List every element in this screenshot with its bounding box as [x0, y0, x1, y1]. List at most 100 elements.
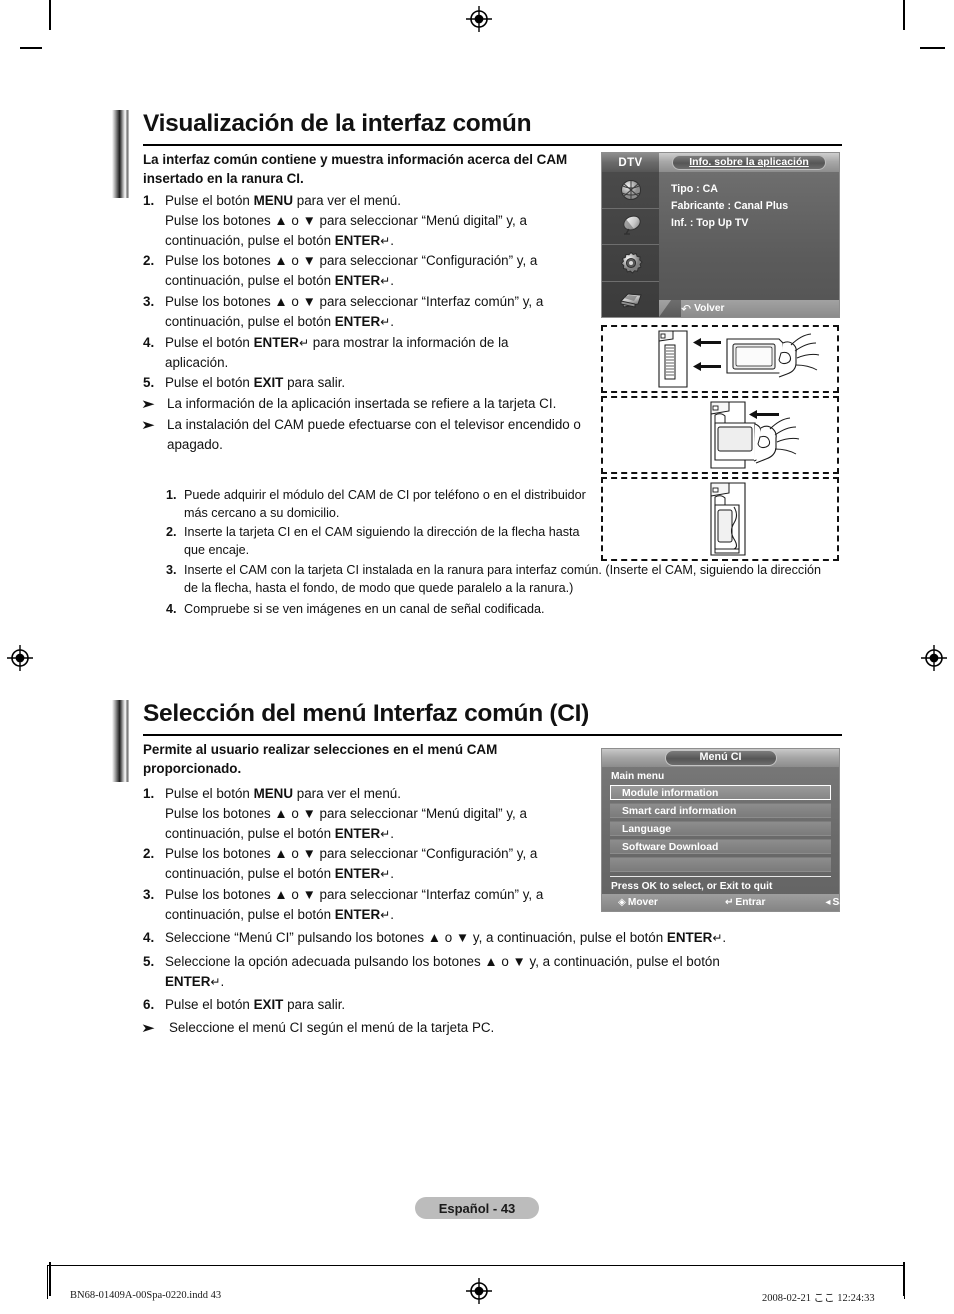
- step-1: 1. Pulse el botón MENU para ver el menú.…: [143, 784, 593, 843]
- enter-icon: ↵: [380, 314, 391, 329]
- exit-icon: ◂: [825, 897, 831, 908]
- step-text-part: Pulse el botón: [165, 334, 254, 350]
- note-bullet: ➤: [141, 394, 165, 414]
- footer-rule-left: [47, 1265, 48, 1299]
- key-enter: ENTER: [666, 930, 713, 945]
- osd-title: Info. sobre la aplicación: [672, 154, 826, 171]
- ci-footer-enter[interactable]: ↵ Entrar: [725, 897, 766, 908]
- section1-substeps: 1. Puede adquirir el módulo del CAM de C…: [166, 487, 586, 561]
- note-1: ➤ Seleccione el menú CI según el menú de…: [141, 1018, 833, 1038]
- note-text: Seleccione el menú CI según el menú de l…: [169, 1020, 495, 1036]
- step-text-part: continuación, pulse el botón: [165, 313, 335, 329]
- ci-footer-exit[interactable]: ◂ Salir: [825, 897, 854, 908]
- note-bullet: ➤: [141, 1018, 165, 1038]
- ci-item-list: Module information Smart card informatio…: [602, 785, 839, 872]
- step-text-part: Pulse los botones ▲ o ▼ para seleccionar…: [165, 294, 544, 310]
- osd-source-label: DTV: [602, 153, 659, 172]
- note-arrow-icon: ➤: [140, 418, 156, 433]
- input-source-icon[interactable]: [602, 282, 659, 318]
- step-number: 1.: [143, 786, 155, 801]
- section1-steps: 1. Pulse el botón MENU para ver el menú.…: [140, 191, 593, 456]
- step-text-part: Pulse los botones ▲ o ▼ para seleccionar…: [165, 887, 544, 903]
- diagram-insert-card-into-cam: [601, 325, 839, 393]
- enter-icon: ↵: [712, 931, 723, 945]
- step-text-part: Pulse el botón: [165, 786, 254, 801]
- section-accent-bar: [112, 110, 129, 198]
- step-text-part: para mostrar la información de la: [309, 334, 509, 350]
- key-menu: MENU: [253, 786, 294, 801]
- key-exit: EXIT: [253, 997, 284, 1013]
- step-number: 3.: [143, 887, 155, 903]
- step-text-part: para ver el menú.: [293, 786, 401, 801]
- key-exit: EXIT: [253, 375, 284, 391]
- ci-item-software-download[interactable]: Software Download: [610, 839, 831, 854]
- substep-1: 1. Puede adquirir el módulo del CAM de C…: [166, 487, 586, 523]
- section1-lead-text: La interfaz común contiene y muestra inf…: [143, 152, 568, 187]
- substep-number: 3.: [166, 563, 177, 577]
- ci-footer-move[interactable]: ◈ Mover: [618, 897, 658, 908]
- step-text: Pulse el botón EXIT para salir.: [165, 995, 833, 1015]
- satellite-dish-icon[interactable]: [602, 209, 659, 245]
- enter-icon: ↵: [380, 826, 391, 841]
- step-text-part: para salir.: [283, 997, 346, 1013]
- osd-back-label[interactable]: Volver: [694, 303, 724, 314]
- osd-footer-notch: [659, 300, 681, 317]
- section2-lead: Permite al usuario realizar selecciones …: [143, 740, 573, 778]
- colophon-timestamp: 2008-02-21 ここ 12:24:33: [762, 1293, 875, 1304]
- substep-text: Compruebe si se ven imágenes en un canal…: [184, 601, 545, 616]
- registration-mark-left: [7, 645, 33, 671]
- ci-subtitle: Main menu: [611, 771, 665, 782]
- ci-item-module-information[interactable]: Module information: [610, 785, 831, 800]
- enter-icon: ↵: [380, 233, 391, 248]
- osd-footer-bar: ↶ Volver: [659, 300, 839, 317]
- registration-mark-right: [921, 645, 947, 671]
- step-text-part: .: [390, 825, 394, 841]
- substep-2: 2. Inserte la tarjeta CI en el CAM sigui…: [166, 524, 586, 560]
- substep-text: Inserte la tarjeta CI en el CAM siguiend…: [184, 524, 580, 557]
- crop-mark-top-left-h: [20, 47, 42, 49]
- step-text-part: continuación, pulse el botón: [165, 866, 335, 882]
- gear-setup-icon[interactable]: [602, 245, 659, 282]
- osd-icon-column: [602, 172, 659, 317]
- ci-item-smart-card-information[interactable]: Smart card information: [610, 803, 831, 818]
- step-number: 2.: [143, 846, 155, 862]
- step-number: 5.: [143, 375, 155, 391]
- return-arrow-icon: ↶: [681, 301, 692, 316]
- step-2: 2. Pulse los botones ▲ o ▼ para seleccio…: [143, 251, 593, 291]
- enter-icon: ↵: [298, 335, 310, 350]
- osd-info-line: Inf. : Top Up TV: [671, 217, 749, 230]
- step-number: 3.: [143, 294, 155, 310]
- step-text: Seleccione “Menú CI” pulsando los botone…: [165, 928, 833, 948]
- section1-rule: [143, 144, 842, 146]
- step-text-part: continuación, pulse el botón: [165, 825, 335, 841]
- step-5: 5. Seleccione la opción adecuada pulsand…: [143, 952, 833, 992]
- osd-ci-menu: Menú CI Main menu Module information Sma…: [601, 748, 855, 912]
- step-number: 1.: [143, 193, 155, 208]
- section1-lead: La interfaz común contiene y muestra inf…: [143, 150, 583, 188]
- step-text-part: continuación, pulse el botón: [165, 273, 335, 289]
- crop-mark-top-left-v: [49, 0, 51, 30]
- note-text: La información de la aplicación insertad…: [167, 396, 557, 412]
- broadcast-icon[interactable]: [602, 172, 659, 209]
- step-text: Seleccione la opción adecuada pulsando l…: [165, 952, 833, 992]
- section2-steps-wide: 4. Seleccione “Menú CI” pulsando los bot…: [141, 928, 833, 1039]
- osd-title-bar: DTV Info. sobre la aplicación: [602, 153, 839, 172]
- step-text-part: Pulse los botones ▲ o ▼ para seleccionar…: [165, 253, 538, 269]
- step-text: Pulse el botón EXIT para salir.: [165, 373, 593, 393]
- step-4: 4. Pulse el botón ENTER↵ para mostrar la…: [143, 333, 593, 373]
- enter-icon: ↵: [210, 974, 221, 989]
- key-enter: ENTER: [253, 334, 299, 350]
- osd-info-panel: Tipo : CA Fabricante : Canal Plus Inf. :…: [659, 172, 839, 317]
- step-text-part: Seleccione “Menú CI” pulsando los botone…: [165, 930, 667, 945]
- substep-number: 1.: [166, 488, 177, 502]
- step-text: Pulse el botón MENU para ver el menú. Pu…: [165, 191, 593, 250]
- step-text-part: para salir.: [283, 375, 346, 391]
- key-enter: ENTER: [334, 313, 381, 329]
- step-text-part: .: [390, 313, 394, 329]
- footer-rule-right: [904, 1265, 905, 1299]
- ci-item-language[interactable]: Language: [610, 821, 831, 836]
- key-enter: ENTER: [334, 866, 381, 882]
- osd-info-line: Fabricante : Canal Plus: [671, 200, 789, 213]
- osd-info-line: Tipo : CA: [671, 183, 718, 195]
- ci-item-empty[interactable]: [610, 857, 831, 872]
